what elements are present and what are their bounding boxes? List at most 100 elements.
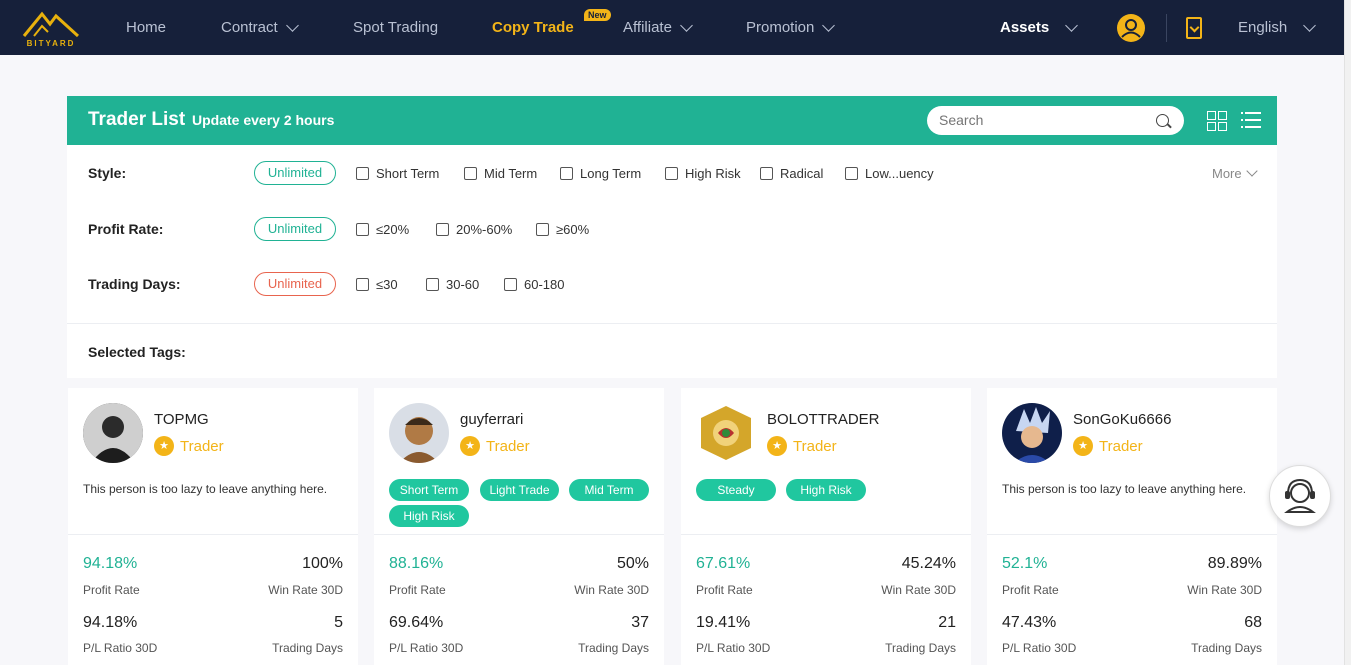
nav-home[interactable]: Home [126,19,166,36]
chevron-down-icon [1065,18,1079,32]
trader-card[interactable]: TOPMG ★ Trader This person is too lazy to… [68,388,358,665]
star-badge-icon: ★ [460,436,480,456]
nav-copy-trade-label: Copy Trade [492,19,574,36]
trader-tag: High Risk [786,479,866,501]
nav-affiliate[interactable]: Affiliate [623,18,693,36]
checkbox[interactable] [504,278,517,291]
option-label: Short Term [376,166,440,181]
profit-rate-option-ge60[interactable]: ≥60% [536,222,589,237]
profit-rate-unlimited-pill[interactable]: Unlimited [254,217,336,241]
customer-support-button[interactable] [1269,465,1331,527]
style-unlimited-pill[interactable]: Unlimited [254,161,336,185]
win-rate-label: Win Rate 30D [881,583,956,597]
checkbox[interactable] [845,167,858,180]
style-option-low-frequency[interactable]: Low...uency [845,166,934,181]
style-option-mid-term[interactable]: Mid Term [464,166,537,181]
star-badge-icon: ★ [1073,436,1093,456]
chevron-down-icon [822,18,836,32]
checkbox[interactable] [536,223,549,236]
profit-rate-option-le20[interactable]: ≤20% [356,222,409,237]
avatar [1002,403,1062,463]
search-box[interactable] [927,106,1184,135]
panel-subtitle: Update every 2 hours [192,112,335,128]
search-icon[interactable] [1156,114,1169,127]
trader-bio: This person is too lazy to leave anythin… [1002,482,1247,496]
avatar [83,403,143,463]
star-badge-icon: ★ [767,436,787,456]
nav-promotion[interactable]: Promotion [746,18,836,36]
nav-affiliate-label: Affiliate [623,19,672,36]
nav-contract[interactable]: Contract [221,18,299,36]
trading-days-option-30-60[interactable]: 30-60 [426,277,479,292]
checkbox[interactable] [356,223,369,236]
trading-days-label: Trading Days: [88,276,181,292]
bityard-logo[interactable]: BITYARD [22,8,80,50]
trading-days-label: Trading Days [272,641,343,655]
page-scrollbar[interactable] [1344,0,1351,665]
nav-divider [1166,14,1167,42]
option-label: Low...uency [865,166,934,181]
trader-bio: This person is too lazy to leave anythin… [83,482,328,496]
more-button[interactable]: More [1212,165,1258,181]
checkbox[interactable] [426,278,439,291]
trader-card[interactable]: BOLOTTRADER ★ Trader Steady High Risk 67.… [681,388,971,665]
user-avatar-icon[interactable] [1117,14,1145,42]
chevron-down-icon [1303,18,1317,32]
pl-ratio-label: P/L Ratio 30D [1002,641,1077,655]
checkbox[interactable] [464,167,477,180]
option-label: 20%-60% [456,222,513,237]
style-option-short-term[interactable]: Short Term [356,166,439,181]
option-label: ≤20% [376,222,410,237]
nav-spot-trading-label: Spot Trading [353,19,439,36]
style-label: Style: [88,165,127,181]
panel-header: Trader List Update every 2 hours [67,96,1277,145]
option-label: High Risk [685,166,741,181]
list-view-icon[interactable] [1241,112,1261,130]
win-rate-label: Win Rate 30D [574,583,649,597]
trading-days-value: 68 [1244,614,1262,631]
trader-name[interactable]: SonGoKu6666 [1073,411,1171,428]
trader-name[interactable]: BOLOTTRADER [767,411,880,428]
panel-title: Trader List [88,109,186,130]
trader-card[interactable]: SonGoKu6666 ★ Trader This person is too l… [987,388,1277,665]
style-option-long-term[interactable]: Long Term [560,166,641,181]
panel-divider [67,323,1277,324]
nav-assets-label: Assets [1000,19,1050,36]
nav-spot-trading[interactable]: Spot Trading [353,19,438,36]
checkbox[interactable] [436,223,449,236]
trader-name[interactable]: guyferrari [460,411,523,428]
nav-contract-label: Contract [221,19,278,36]
download-icon[interactable] [1186,17,1202,39]
checkbox[interactable] [356,167,369,180]
style-option-radical[interactable]: Radical [760,166,823,181]
nav-assets[interactable]: Assets [1000,18,1079,36]
person-photo-icon [83,403,143,463]
trader-name[interactable]: TOPMG [154,411,209,428]
checkbox[interactable] [665,167,678,180]
trading-days-unlimited-pill[interactable]: Unlimited [254,272,336,296]
role-label: Trader [180,437,224,455]
language-label: English [1238,19,1288,36]
win-rate-value: 45.24% [901,555,956,572]
trader-tag: Steady [696,479,776,501]
role-label: Trader [486,437,530,455]
profit-rate-option-20-60[interactable]: 20%-60% [436,222,512,237]
option-label: Mid Term [484,166,538,181]
checkbox[interactable] [560,167,573,180]
search-input[interactable] [939,111,1139,129]
avatar [389,403,449,463]
nav-copy-trade[interactable]: Copy Trade [492,19,574,36]
style-option-high-risk[interactable]: High Risk [665,166,741,181]
trading-days-option-le30[interactable]: ≤30 [356,277,398,292]
checkbox[interactable] [760,167,773,180]
trading-days-value: 5 [334,614,343,631]
trader-card[interactable]: guyferrari ★ Trader Short Term Light Trad… [374,388,664,665]
trading-days-value: 21 [938,614,956,631]
card-divider [681,534,971,535]
mountain-logo-icon [22,11,80,38]
language-selector[interactable]: English [1238,18,1317,36]
grid-view-icon[interactable] [1207,111,1227,131]
trading-days-option-60-180[interactable]: 60-180 [504,277,564,292]
win-rate-value: 89.89% [1207,555,1262,572]
checkbox[interactable] [356,278,369,291]
